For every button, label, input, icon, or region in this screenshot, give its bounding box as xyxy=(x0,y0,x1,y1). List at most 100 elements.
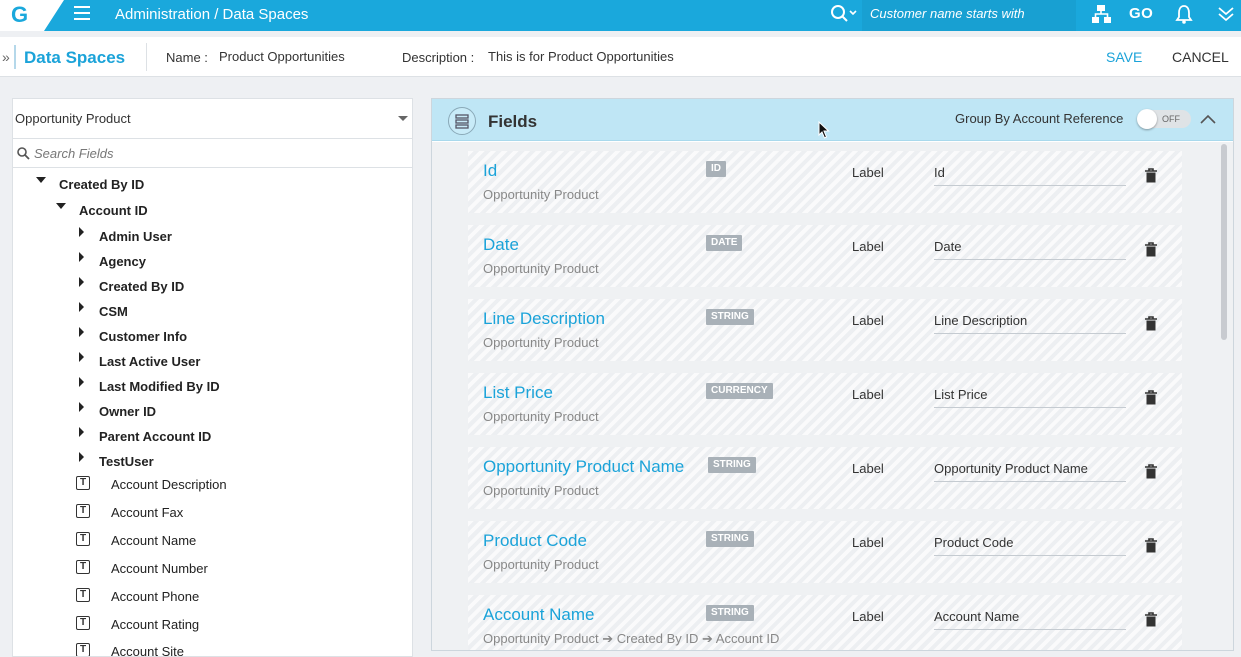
chevron-up-icon[interactable] xyxy=(1199,112,1217,126)
title-accent xyxy=(14,45,16,69)
fields-panel-header: Fields Group By Account Reference OFF xyxy=(432,99,1233,141)
caret-down-icon[interactable] xyxy=(36,177,46,183)
trash-icon[interactable] xyxy=(1144,168,1158,184)
tree-node-lookup[interactable]: Owner ID xyxy=(99,404,156,420)
tree-node-lookup[interactable]: Last Active User xyxy=(99,354,200,370)
caret-down-icon[interactable] xyxy=(56,203,66,209)
search-fields-input[interactable]: Search Fields xyxy=(13,140,412,168)
field-type-badge: CURRENCY xyxy=(706,383,773,399)
breadcrumb: Administration / Data Spaces xyxy=(115,6,309,23)
tree-node-lookup[interactable]: Agency xyxy=(99,254,146,270)
fields-panel: Fields Group By Account Reference OFF Id… xyxy=(431,98,1234,651)
tree-field-item[interactable]: Account Fax xyxy=(111,505,183,521)
caret-right-icon[interactable] xyxy=(79,227,84,237)
fields-scrollbar[interactable] xyxy=(1221,144,1227,340)
label-caption: Label xyxy=(852,239,884,254)
label-caption: Label xyxy=(852,387,884,402)
go-button[interactable]: GO xyxy=(1129,5,1153,23)
search-icon[interactable] xyxy=(830,4,858,24)
field-source: Opportunity Product xyxy=(483,187,599,202)
bell-icon[interactable] xyxy=(1175,3,1193,25)
trash-icon[interactable] xyxy=(1144,316,1158,332)
caret-right-icon[interactable] xyxy=(79,402,84,412)
tree-node-created-by-id[interactable]: Created By ID xyxy=(59,177,144,193)
tree-field-item[interactable]: Account Number xyxy=(111,561,208,577)
tree-node-lookup[interactable]: TestUser xyxy=(99,454,154,470)
global-search-placeholder: Customer name starts with xyxy=(870,6,1025,21)
page-header: » Data Spaces Name : Product Opportuniti… xyxy=(0,37,1241,77)
field-name[interactable]: Account Name xyxy=(483,605,595,625)
field-type-badge: STRING xyxy=(706,531,754,547)
caret-right-icon[interactable] xyxy=(79,252,84,262)
field-card[interactable]: Opportunity Product Name Opportunity Pro… xyxy=(468,447,1182,509)
tree-field-item[interactable]: Account Phone xyxy=(111,589,199,605)
caret-right-icon[interactable] xyxy=(79,452,84,462)
field-card[interactable]: Line Description Opportunity Product STR… xyxy=(468,299,1182,361)
trash-icon[interactable] xyxy=(1144,242,1158,258)
tree-node-lookup[interactable]: Customer Info xyxy=(99,329,187,345)
cancel-button[interactable]: CANCEL xyxy=(1172,49,1229,65)
save-button[interactable]: SAVE xyxy=(1106,49,1142,65)
tree-node-lookup[interactable]: Admin User xyxy=(99,229,172,245)
label-input[interactable]: List Price xyxy=(934,385,1126,408)
tree-field-item[interactable]: Account Site xyxy=(111,644,184,656)
label-input[interactable]: Id xyxy=(934,163,1126,186)
label-input[interactable]: Account Name xyxy=(934,607,1126,630)
page-title: Data Spaces xyxy=(24,48,126,67)
tree-node-lookup[interactable]: Parent Account ID xyxy=(99,429,211,445)
group-by-toggle[interactable]: OFF xyxy=(1137,109,1191,129)
name-value[interactable]: Product Opportunities xyxy=(219,49,345,65)
text-field-icon: T xyxy=(76,476,90,490)
tree-field-item[interactable]: Account Description xyxy=(111,477,227,493)
tree-node-lookup[interactable]: Last Modified By ID xyxy=(99,379,220,395)
label-input[interactable]: Date xyxy=(934,237,1126,260)
tree-node-lookup[interactable]: CSM xyxy=(99,304,128,320)
field-source: Opportunity Product xyxy=(483,483,599,498)
caret-right-icon[interactable] xyxy=(79,327,84,337)
field-name[interactable]: List Price xyxy=(483,383,553,403)
caret-right-icon[interactable] xyxy=(79,352,84,362)
trash-icon[interactable] xyxy=(1144,390,1158,406)
field-name[interactable]: Id xyxy=(483,161,497,181)
description-value[interactable]: This is for Product Opportunities xyxy=(488,49,674,65)
field-source: Opportunity Product xyxy=(483,261,599,276)
field-card[interactable]: Date Opportunity Product DATE Label Date xyxy=(468,225,1182,287)
label-input[interactable]: Product Code xyxy=(934,533,1126,556)
tree-field-item[interactable]: Account Name xyxy=(111,533,196,549)
field-type-badge: STRING xyxy=(708,457,756,473)
logo-letter: G xyxy=(11,2,29,27)
trash-icon[interactable] xyxy=(1144,612,1158,628)
name-label: Name : xyxy=(166,50,208,65)
trash-icon[interactable] xyxy=(1144,464,1158,480)
field-source: Opportunity Product xyxy=(483,335,599,350)
hierarchy-icon[interactable] xyxy=(1091,3,1113,25)
field-card[interactable]: Id Opportunity Product ID Label Id xyxy=(468,151,1182,213)
expand-sidebar-icon[interactable]: » xyxy=(2,50,10,64)
field-name[interactable]: Product Code xyxy=(483,531,587,551)
label-input[interactable]: Opportunity Product Name xyxy=(934,459,1126,482)
label-caption: Label xyxy=(852,535,884,550)
field-card[interactable]: Account Name Opportunity Product ➔ Creat… xyxy=(468,595,1182,650)
text-field-icon: T xyxy=(76,616,90,630)
menu-icon[interactable] xyxy=(74,6,90,20)
caret-right-icon[interactable] xyxy=(79,302,84,312)
caret-right-icon[interactable] xyxy=(79,427,84,437)
trash-icon[interactable] xyxy=(1144,538,1158,554)
tree-field-item[interactable]: Account Rating xyxy=(111,617,199,633)
field-picker-panel: Opportunity Product Search Fields Create… xyxy=(12,98,413,657)
field-name[interactable]: Date xyxy=(483,235,519,255)
search-icon xyxy=(17,147,30,160)
field-card[interactable]: List Price Opportunity Product CURRENCY … xyxy=(468,373,1182,435)
caret-right-icon[interactable] xyxy=(79,277,84,287)
tree-node-lookup[interactable]: Created By ID xyxy=(99,279,184,295)
app-logo[interactable]: G xyxy=(0,0,44,31)
field-card[interactable]: Product Code Opportunity Product STRING … xyxy=(468,521,1182,583)
tree-node-account-id[interactable]: Account ID xyxy=(79,203,148,219)
chevron-down-icon[interactable] xyxy=(1216,3,1236,25)
object-select[interactable]: Opportunity Product xyxy=(13,99,412,139)
caret-right-icon[interactable] xyxy=(79,377,84,387)
field-name[interactable]: Line Description xyxy=(483,309,605,329)
field-name[interactable]: Opportunity Product Name xyxy=(483,457,684,477)
label-input[interactable]: Line Description xyxy=(934,311,1126,334)
field-type-badge: ID xyxy=(706,161,726,177)
